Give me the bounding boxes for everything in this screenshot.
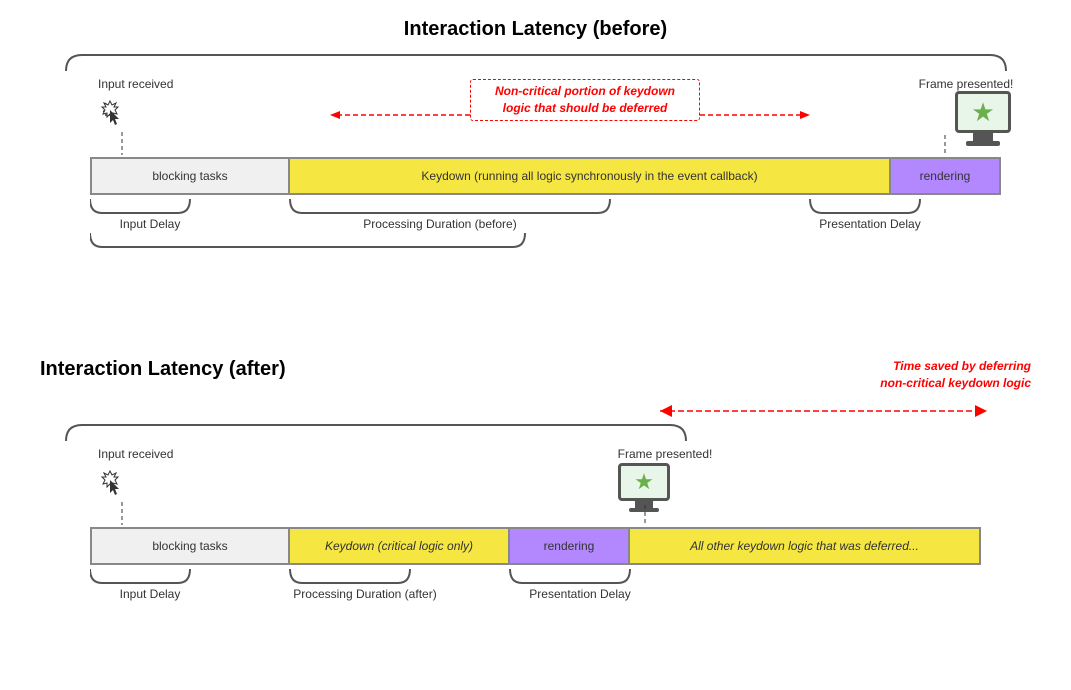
top-main-brace	[56, 49, 1016, 77]
bottom-processing-label: Processing Duration (after)	[285, 587, 445, 601]
bottom-section-title: Interaction Latency (after)	[40, 358, 286, 381]
top-rendering-bar: rendering	[891, 157, 1001, 195]
top-input-delay-label: Input Delay	[100, 217, 200, 231]
bottom-main-brace	[56, 419, 1016, 447]
bottom-rendering-bar: rendering	[510, 527, 630, 565]
bottom-input-delay-label: Input Delay	[100, 587, 200, 601]
top-keydown-bar: Keydown (running all logic synchronously…	[290, 157, 891, 195]
top-presentation-delay-label: Presentation Delay	[800, 217, 940, 231]
bottom-time-saved-label: Time saved by deferring non-critical key…	[880, 358, 1031, 392]
bottom-blocking-bar: blocking tasks	[90, 527, 290, 565]
top-red-dashed-arrows	[40, 77, 1000, 157]
bottom-deferred-bar: All other keydown logic that was deferre…	[630, 527, 981, 565]
top-processing-label: Processing Duration (before)	[330, 217, 550, 231]
top-blocking-bar: blocking tasks	[90, 157, 290, 195]
top-section-title: Interaction Latency (before)	[40, 18, 1031, 41]
bottom-monitor-dashed-line	[40, 447, 1000, 527]
bottom-time-saved-arrow	[40, 389, 1000, 419]
bottom-keydown-bar: Keydown (critical logic only)	[290, 527, 510, 565]
bottom-presentation-delay-label: Presentation Delay	[505, 587, 655, 601]
